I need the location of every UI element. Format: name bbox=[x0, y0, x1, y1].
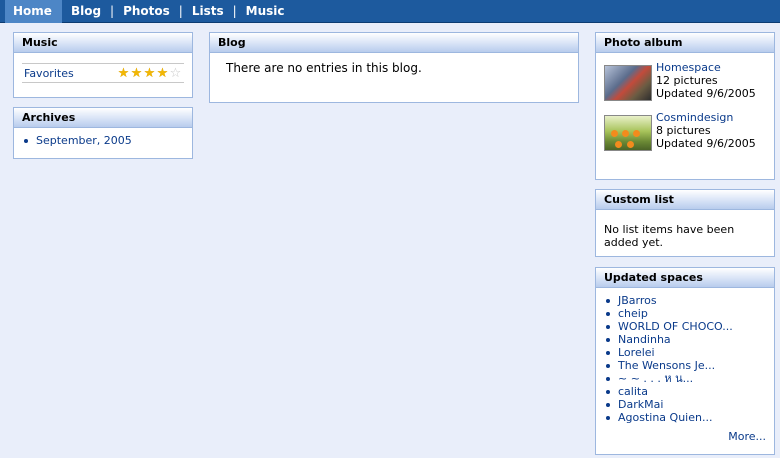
space-link[interactable]: The Wensons Je... bbox=[618, 359, 715, 372]
archives-title: Archives bbox=[14, 108, 192, 128]
star-icon[interactable]: ★ bbox=[117, 67, 130, 80]
archives-module: Archives September, 2005 bbox=[13, 107, 193, 159]
album-picture-count: 12 pictures bbox=[656, 74, 718, 87]
space-link[interactable]: Agostina Quien... bbox=[618, 411, 712, 424]
music-title: Music bbox=[14, 33, 192, 53]
album-picture-count: 8 pictures bbox=[656, 124, 711, 137]
archive-link[interactable]: September, 2005 bbox=[36, 134, 132, 147]
album-updated-date: Updated 9/6/2005 bbox=[656, 137, 756, 150]
updated-spaces-module: Updated spaces JBarros cheip WORLD OF CH… bbox=[595, 267, 775, 455]
nav-photos[interactable]: Photos bbox=[114, 0, 179, 23]
album-name-link[interactable]: Cosmindesign bbox=[656, 111, 756, 124]
favorites-row: Favorites ★ ★ ★ ★ ☆ bbox=[22, 63, 184, 83]
star-icon[interactable]: ☆ bbox=[169, 67, 182, 80]
star-icon[interactable]: ★ bbox=[143, 67, 156, 80]
star-icon[interactable]: ★ bbox=[130, 67, 143, 80]
space-item[interactable]: calita bbox=[604, 385, 766, 398]
favorites-link[interactable]: Favorites bbox=[24, 67, 74, 80]
space-item[interactable]: The Wensons Je... bbox=[604, 359, 766, 372]
space-item[interactable]: cheip bbox=[604, 307, 766, 320]
space-link[interactable]: cheip bbox=[618, 307, 648, 320]
photo-album-title: Photo album bbox=[596, 33, 774, 53]
album-thumbnail[interactable] bbox=[604, 65, 652, 101]
space-item[interactable]: Agostina Quien... bbox=[604, 411, 766, 424]
more-spaces-link[interactable]: More... bbox=[728, 430, 766, 443]
space-item[interactable]: DarkMai bbox=[604, 398, 766, 411]
nav-blog[interactable]: Blog bbox=[62, 0, 110, 23]
updated-spaces-list: JBarros cheip WORLD OF CHOCO... Nandinha… bbox=[604, 294, 766, 424]
album-item: Cosmindesign 8 pictures Updated 9/6/2005 bbox=[604, 111, 766, 151]
blog-module: Blog There are no entries in this blog. bbox=[209, 32, 579, 103]
custom-list-title: Custom list bbox=[596, 190, 774, 210]
space-link[interactable]: JBarros bbox=[618, 294, 657, 307]
archive-item[interactable]: September, 2005 bbox=[22, 134, 184, 147]
custom-list-empty-message: No list items have been added yet. bbox=[604, 223, 735, 249]
nav-home[interactable]: Home bbox=[5, 0, 62, 23]
space-link[interactable]: DarkMai bbox=[618, 398, 663, 411]
space-item[interactable]: Lorelei bbox=[604, 346, 766, 359]
blog-title: Blog bbox=[210, 33, 578, 53]
space-item[interactable]: JBarros bbox=[604, 294, 766, 307]
space-link[interactable]: Lorelei bbox=[618, 346, 655, 359]
space-link[interactable]: Nandinha bbox=[618, 333, 671, 346]
space-item[interactable]: Nandinha bbox=[604, 333, 766, 346]
space-link[interactable]: ~ ~ . . . ห น... bbox=[618, 372, 693, 385]
rating-stars: ★ ★ ★ ★ ☆ bbox=[117, 67, 182, 80]
nav-lists[interactable]: Lists bbox=[183, 0, 233, 23]
music-module: Music Favorites ★ ★ ★ ★ ☆ bbox=[13, 32, 193, 98]
blog-empty-message: There are no entries in this blog. bbox=[226, 61, 422, 75]
album-item: Homespace 12 pictures Updated 9/6/2005 bbox=[604, 61, 766, 101]
nav-music[interactable]: Music bbox=[237, 0, 294, 23]
album-updated-date: Updated 9/6/2005 bbox=[656, 87, 756, 100]
album-thumbnail[interactable] bbox=[604, 115, 652, 151]
album-name-link[interactable]: Homespace bbox=[656, 61, 756, 74]
custom-list-module: Custom list No list items have been adde… bbox=[595, 189, 775, 257]
star-icon[interactable]: ★ bbox=[156, 67, 169, 80]
space-link[interactable]: WORLD OF CHOCO... bbox=[618, 320, 733, 333]
photo-album-module: Photo album Homespace 12 pictures Update… bbox=[595, 32, 775, 180]
space-item[interactable]: ~ ~ . . . ห น... bbox=[604, 372, 766, 385]
space-item[interactable]: WORLD OF CHOCO... bbox=[604, 320, 766, 333]
updated-spaces-title: Updated spaces bbox=[596, 268, 774, 288]
space-link[interactable]: calita bbox=[618, 385, 648, 398]
top-navigation: Home | Blog | Photos | Lists | Music bbox=[0, 0, 780, 23]
